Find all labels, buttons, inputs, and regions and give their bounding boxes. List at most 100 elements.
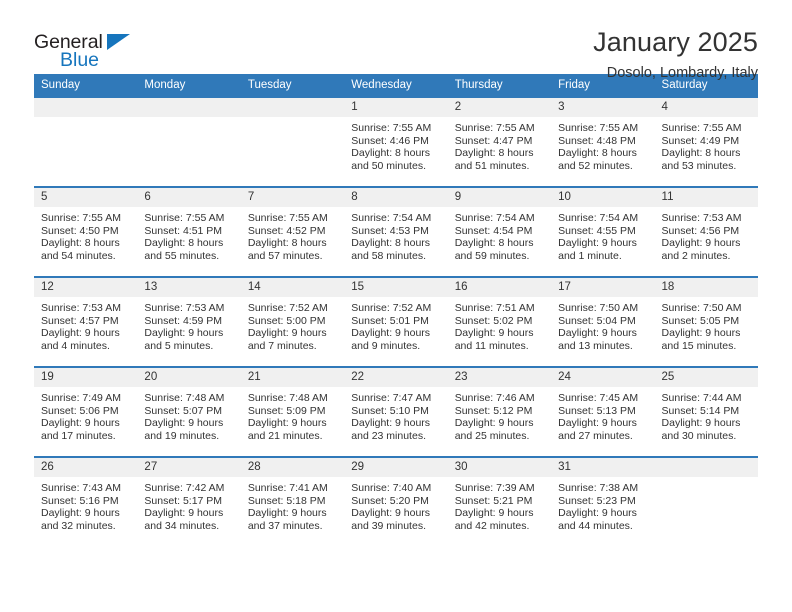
daylight-text-line1: Daylight: 9 hours xyxy=(41,327,120,340)
sunrise-text: Sunrise: 7:47 AM xyxy=(351,392,432,404)
calendar-day-cell[interactable]: 9 Sunrise: 7:54 AM Sunset: 4:54 PM Daylight… xyxy=(447,186,552,277)
sunrise-text: Sunrise: 7:54 AM xyxy=(454,212,535,224)
sunrise-text: Sunrise: 7:55 AM xyxy=(247,212,328,224)
weekday-header-sunday: Sunday xyxy=(34,74,138,97)
calendar-day-cell[interactable]: 18 Sunrise: 7:50 AM Sunset: 5:05 PM Dayligh… xyxy=(654,276,758,367)
daylight-text-line1: Daylight: 9 hours xyxy=(661,237,741,250)
calendar-day-cell[interactable]: 25 Sunrise: 7:44 AM Sunset: 5:14 PM Dayligh… xyxy=(654,366,758,457)
calendar-day-cell[interactable]: 28 Sunrise: 7:41 AM Sunset: 5:18 PM Dayligh… xyxy=(240,456,345,546)
sunset-text: Sunset: 4:53 PM xyxy=(351,224,429,237)
day-details: Sunrise: 7:45 AM Sunset: 5:13 PM Daylight:… xyxy=(551,387,654,442)
calendar-day-cell[interactable]: 6 Sunrise: 7:55 AM Sunset: 4:51 PM Daylight… xyxy=(137,186,241,277)
calendar-day-cell[interactable]: 23 Sunrise: 7:46 AM Sunset: 5:12 PM Dayligh… xyxy=(447,366,552,457)
sunrise-text: Sunrise: 7:38 AM xyxy=(558,482,639,494)
calendar-day-cell[interactable]: 2 Sunrise: 7:55 AM Sunset: 4:47 PM Daylight… xyxy=(447,96,552,187)
calendar-empty-cell xyxy=(654,456,758,546)
daylight-text-line1: Daylight: 8 hours xyxy=(454,147,534,160)
title-block: January 2025 Dosolo, Lombardy, Italy xyxy=(593,26,758,83)
brand-logo: General Blue xyxy=(34,26,154,71)
daylight-text-line2: and 7 minutes. xyxy=(247,339,317,352)
day-details: Sunrise: 7:55 AM Sunset: 4:52 PM Daylight:… xyxy=(241,207,344,262)
calendar-day-cell[interactable]: 27 Sunrise: 7:42 AM Sunset: 5:17 PM Dayligh… xyxy=(137,456,241,546)
calendar-empty-cell xyxy=(137,96,241,187)
day-cell-inner: 27 Sunrise: 7:42 AM Sunset: 5:17 PM Dayligh… xyxy=(137,458,241,546)
calendar-day-cell[interactable]: 7 Sunrise: 7:55 AM Sunset: 4:52 PM Daylight… xyxy=(240,186,345,277)
calendar-day-cell[interactable]: 10 Sunrise: 7:54 AM Sunset: 4:55 PM Dayligh… xyxy=(551,186,655,277)
calendar-day-cell[interactable]: 12 Sunrise: 7:53 AM Sunset: 4:57 PM Dayligh… xyxy=(34,276,138,367)
day-cell-inner: 18 Sunrise: 7:50 AM Sunset: 5:05 PM Dayligh… xyxy=(654,278,758,366)
calendar-day-cell[interactable]: 11 Sunrise: 7:53 AM Sunset: 4:56 PM Dayligh… xyxy=(654,186,758,277)
day-number: 10 xyxy=(551,188,655,207)
day-cell-inner: 10 Sunrise: 7:54 AM Sunset: 4:55 PM Dayligh… xyxy=(551,188,655,276)
day-number: 12 xyxy=(34,278,138,297)
day-number: 4 xyxy=(654,98,758,117)
daylight-text-line1: Daylight: 9 hours xyxy=(558,417,637,430)
calendar-day-cell[interactable]: 17 Sunrise: 7:50 AM Sunset: 5:04 PM Dayligh… xyxy=(551,276,655,367)
calendar-day-cell[interactable]: 16 Sunrise: 7:51 AM Sunset: 5:02 PM Dayligh… xyxy=(447,276,552,367)
sunrise-text: Sunrise: 7:55 AM xyxy=(41,212,121,224)
sunset-text: Sunset: 4:46 PM xyxy=(351,134,429,147)
daylight-text-line1: Daylight: 8 hours xyxy=(351,147,431,160)
sunset-text: Sunset: 4:59 PM xyxy=(144,314,223,327)
calendar-day-cell[interactable]: 15 Sunrise: 7:52 AM Sunset: 5:01 PM Dayligh… xyxy=(344,276,448,367)
day-number: 8 xyxy=(344,188,448,207)
calendar-day-cell[interactable]: 31 Sunrise: 7:38 AM Sunset: 5:23 PM Dayligh… xyxy=(551,456,655,546)
daylight-text-line2: and 37 minutes. xyxy=(247,519,323,532)
day-details: Sunrise: 7:46 AM Sunset: 5:12 PM Daylight:… xyxy=(448,387,551,442)
day-cell-inner: 16 Sunrise: 7:51 AM Sunset: 5:02 PM Dayligh… xyxy=(447,278,552,366)
calendar-day-cell[interactable]: 19 Sunrise: 7:49 AM Sunset: 5:06 PM Dayligh… xyxy=(34,366,138,457)
daylight-text-line1: Daylight: 9 hours xyxy=(558,237,637,250)
brand-name-blue: Blue xyxy=(60,49,100,71)
day-details: Sunrise: 7:48 AM Sunset: 5:09 PM Daylight:… xyxy=(241,387,344,442)
calendar-day-cell[interactable]: 4 Sunrise: 7:55 AM Sunset: 4:49 PM Daylight… xyxy=(654,96,758,187)
sunrise-text: Sunrise: 7:51 AM xyxy=(454,302,535,314)
daylight-text-line2: and 11 minutes. xyxy=(454,339,529,352)
daylight-text-line2: and 5 minutes. xyxy=(144,339,214,352)
calendar-day-cell[interactable]: 5 Sunrise: 7:55 AM Sunset: 4:50 PM Daylight… xyxy=(34,186,138,277)
triangle-icon xyxy=(107,34,130,50)
calendar-empty-cell xyxy=(240,96,345,187)
calendar-day-cell[interactable]: 22 Sunrise: 7:47 AM Sunset: 5:10 PM Dayligh… xyxy=(344,366,448,457)
day-details: Sunrise: 7:54 AM Sunset: 4:54 PM Daylight:… xyxy=(448,207,551,262)
day-details: Sunrise: 7:42 AM Sunset: 5:17 PM Daylight:… xyxy=(137,477,240,532)
sunset-text: Sunset: 5:14 PM xyxy=(661,404,740,417)
day-details: Sunrise: 7:43 AM Sunset: 5:16 PM Daylight:… xyxy=(34,477,137,532)
day-number: 26 xyxy=(34,458,138,477)
calendar-day-cell[interactable]: 26 Sunrise: 7:43 AM Sunset: 5:16 PM Dayligh… xyxy=(34,456,138,546)
sunrise-text: Sunrise: 7:55 AM xyxy=(661,122,742,134)
calendar-day-cell[interactable]: 8 Sunrise: 7:54 AM Sunset: 4:53 PM Daylight… xyxy=(344,186,448,277)
day-cell-inner: 14 Sunrise: 7:52 AM Sunset: 5:00 PM Dayligh… xyxy=(240,278,345,366)
daylight-text-line1: Daylight: 9 hours xyxy=(661,417,741,430)
daylight-text-line1: Daylight: 9 hours xyxy=(454,507,534,520)
day-cell-inner: 1 Sunrise: 7:55 AM Sunset: 4:46 PM Daylight… xyxy=(344,98,448,186)
calendar-day-cell[interactable]: 29 Sunrise: 7:40 AM Sunset: 5:20 PM Dayligh… xyxy=(344,456,448,546)
daylight-text-line2: and 25 minutes. xyxy=(454,429,530,442)
day-number: 17 xyxy=(551,278,655,297)
calendar-day-cell[interactable]: 1 Sunrise: 7:55 AM Sunset: 4:46 PM Daylight… xyxy=(344,96,448,187)
calendar-day-cell[interactable]: 24 Sunrise: 7:45 AM Sunset: 5:13 PM Dayligh… xyxy=(551,366,655,457)
calendar-day-cell[interactable]: 20 Sunrise: 7:48 AM Sunset: 5:07 PM Dayligh… xyxy=(137,366,241,457)
daylight-text-line1: Daylight: 9 hours xyxy=(558,327,637,340)
daylight-text-line2: and 13 minutes. xyxy=(558,339,633,352)
day-cell-inner xyxy=(654,458,758,546)
calendar-day-cell[interactable]: 30 Sunrise: 7:39 AM Sunset: 5:21 PM Dayligh… xyxy=(447,456,552,546)
sunrise-text: Sunrise: 7:40 AM xyxy=(351,482,432,494)
daylight-text-line2: and 27 minutes. xyxy=(558,429,633,442)
calendar-day-cell[interactable]: 13 Sunrise: 7:53 AM Sunset: 4:59 PM Dayligh… xyxy=(137,276,241,367)
calendar-day-cell[interactable]: 14 Sunrise: 7:52 AM Sunset: 5:00 PM Dayligh… xyxy=(240,276,345,367)
sunrise-text: Sunrise: 7:46 AM xyxy=(454,392,535,404)
daylight-text-line1: Daylight: 9 hours xyxy=(41,417,120,430)
weekday-header-wednesday: Wednesday xyxy=(344,74,448,97)
daylight-text-line2: and 51 minutes. xyxy=(454,159,530,172)
sunrise-text: Sunrise: 7:53 AM xyxy=(144,302,225,314)
sunset-text: Sunset: 5:04 PM xyxy=(558,314,636,327)
daylight-text-line1: Daylight: 9 hours xyxy=(144,327,224,340)
calendar-day-cell[interactable]: 21 Sunrise: 7:48 AM Sunset: 5:09 PM Dayligh… xyxy=(240,366,345,457)
daylight-text-line2: and 23 minutes. xyxy=(351,429,426,442)
daylight-text-line2: and 50 minutes. xyxy=(351,159,426,172)
day-number xyxy=(34,98,138,117)
calendar-day-cell[interactable]: 3 Sunrise: 7:55 AM Sunset: 4:48 PM Daylight… xyxy=(551,96,655,187)
daylight-text-line1: Daylight: 9 hours xyxy=(247,327,327,340)
sunset-text: Sunset: 5:17 PM xyxy=(144,494,223,507)
calendar-empty-cell xyxy=(34,96,138,187)
